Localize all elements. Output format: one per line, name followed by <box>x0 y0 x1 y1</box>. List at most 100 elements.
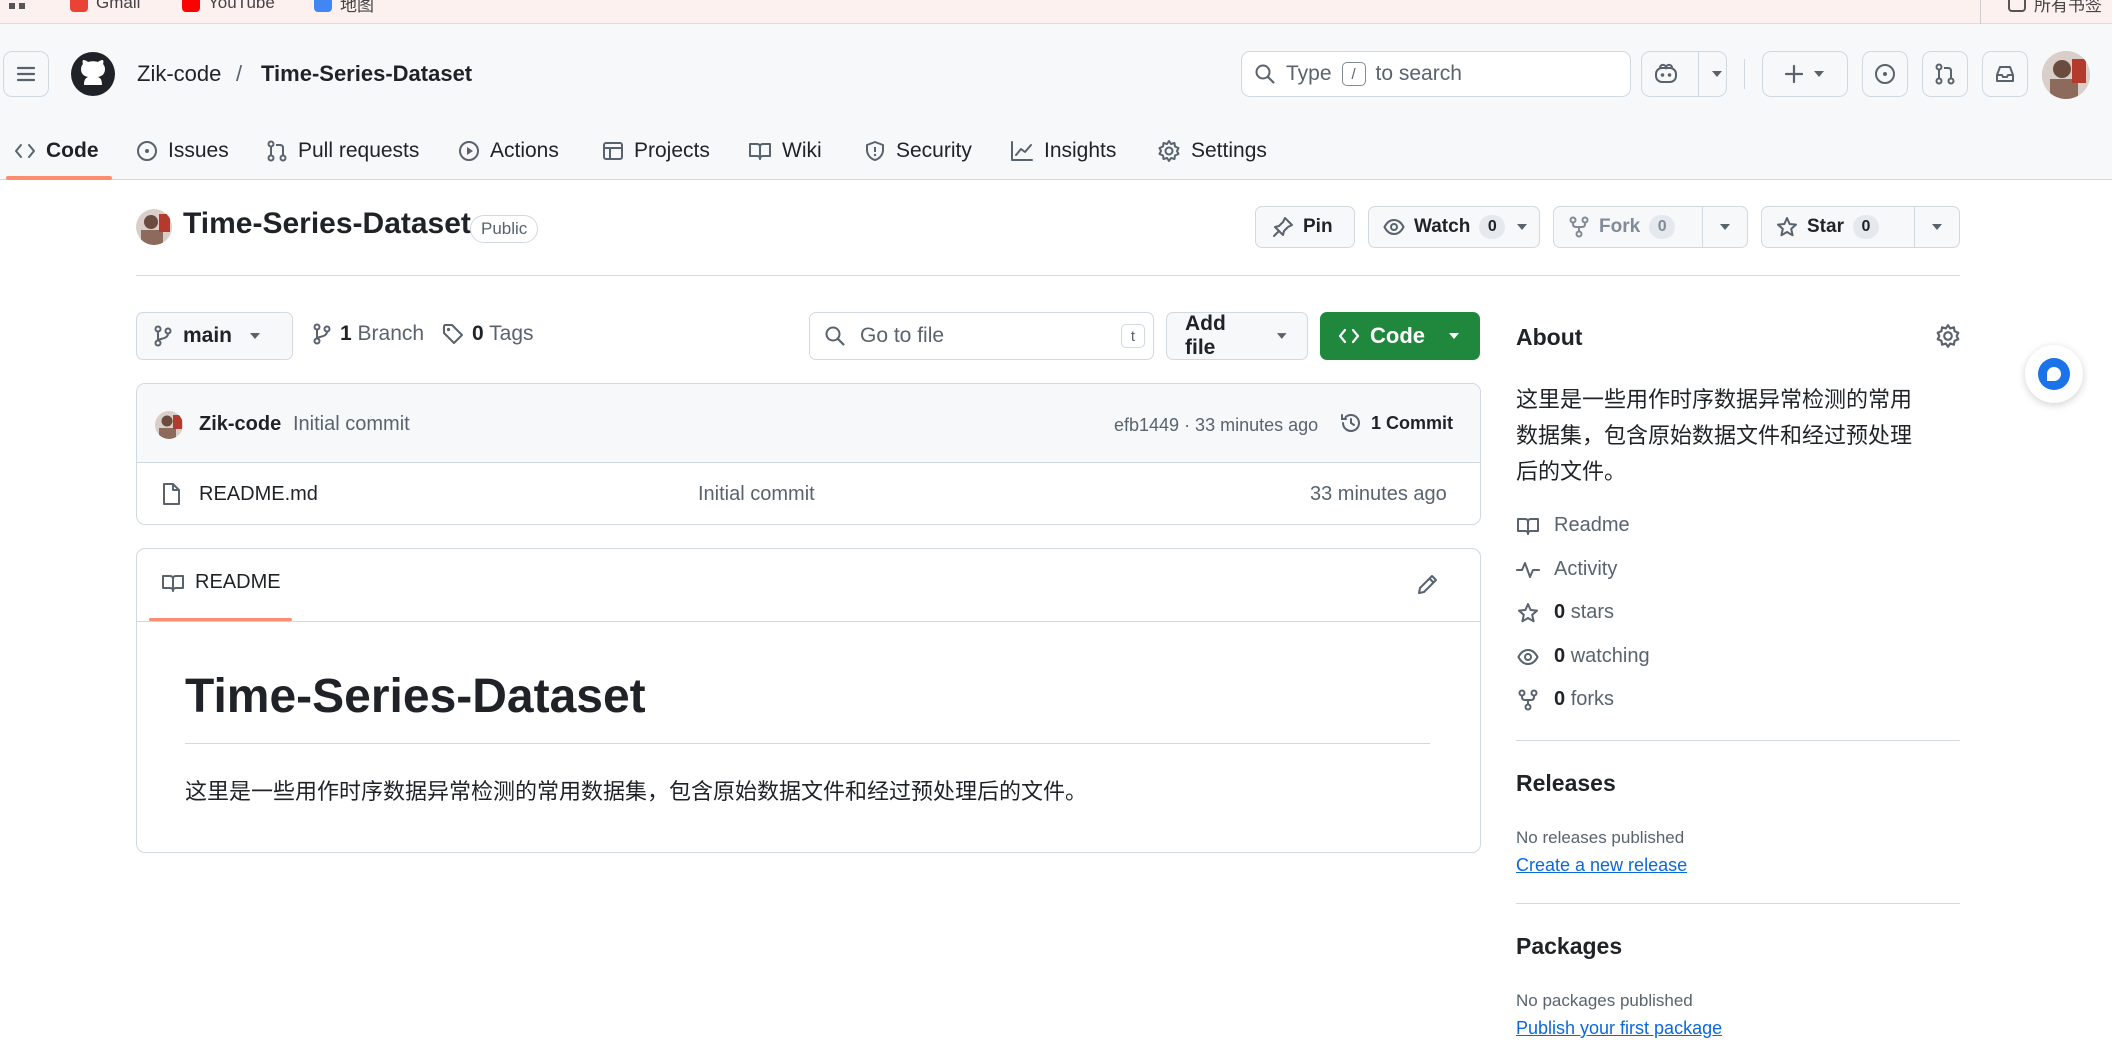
edit-readme-button[interactable] <box>1415 571 1443 599</box>
chevron-down-icon[interactable] <box>1515 222 1529 232</box>
pull-request-icon <box>267 140 287 162</box>
branch-icon <box>313 323 331 345</box>
branch-selector[interactable]: main <box>136 312 293 360</box>
code-button[interactable]: Code <box>1320 312 1480 360</box>
file-time: 33 minutes ago <box>1310 483 1447 505</box>
branches-link[interactable]: 1 Branch <box>312 322 424 346</box>
eye-icon <box>1517 648 1539 665</box>
breadcrumb-repo[interactable]: Time-Series-Dataset <box>261 61 472 87</box>
bookmark-gmail[interactable]: Gmail <box>70 0 140 13</box>
pencil-icon <box>1418 575 1437 594</box>
tab-insights[interactable]: Insights <box>1010 132 1116 170</box>
play-icon <box>459 141 479 161</box>
code-icon <box>15 144 35 158</box>
pulse-icon <box>1516 561 1540 578</box>
commit-meta[interactable]: efb1449 · 33 minutes ago <box>1114 415 1318 436</box>
youtube-icon <box>182 0 200 12</box>
star-button[interactable]: Star 0 <box>1761 206 1960 248</box>
chevron-down-icon[interactable] <box>1718 222 1732 232</box>
add-file-button[interactable]: Add file <box>1166 312 1308 360</box>
tab-pull-requests[interactable]: Pull requests <box>266 132 419 170</box>
releases-title[interactable]: Releases <box>1516 770 1616 797</box>
repo-title[interactable]: Time-Series-Dataset <box>183 207 471 241</box>
copilot-button[interactable] <box>1641 51 1727 97</box>
menu-button[interactable] <box>3 51 49 97</box>
readme-tab-indicator <box>149 618 292 621</box>
apps-grid-icon[interactable] <box>8 0 26 10</box>
inbox-button[interactable] <box>1982 51 2028 97</box>
about-description: 这里是一些用作时序数据异常检测的常用 数据集，包含原始数据文件和经过预处理 后的… <box>1516 387 1913 484</box>
chat-bubble-icon <box>2038 358 2070 390</box>
github-logo-icon[interactable] <box>70 51 116 97</box>
search-input[interactable]: Type / to search <box>1241 51 1631 97</box>
owner-avatar[interactable] <box>136 209 172 245</box>
book-icon <box>749 143 771 160</box>
commit-history-link[interactable]: 1 Commit <box>1339 411 1453 435</box>
inbox-icon <box>1996 66 2014 82</box>
create-new-button[interactable] <box>1762 51 1848 97</box>
visibility-badge: Public <box>470 215 539 243</box>
breadcrumb-separator: / <box>236 61 243 86</box>
issue-icon <box>137 141 157 161</box>
watch-button[interactable]: Watch 0 <box>1368 206 1540 248</box>
file-commit-message[interactable]: Initial commit <box>698 483 815 506</box>
copilot-icon <box>1655 63 1677 83</box>
bookmark-maps[interactable]: 地图 <box>314 0 374 15</box>
star-count: 0 <box>1852 215 1879 239</box>
branch-icon <box>154 325 172 347</box>
about-settings-button[interactable] <box>1935 323 1961 349</box>
tab-projects[interactable]: Projects <box>602 132 710 170</box>
tab-code[interactable]: Code <box>14 132 99 170</box>
go-to-file-shortcut-key: t <box>1121 324 1145 348</box>
bookmarks-divider <box>1980 0 1981 24</box>
stars-link[interactable]: 0 stars <box>1516 601 1614 624</box>
maps-icon <box>314 0 332 12</box>
hamburger-icon <box>16 66 36 82</box>
commit-author-avatar[interactable] <box>155 411 183 439</box>
history-icon <box>1341 414 1360 432</box>
commit-author[interactable]: Zik-code <box>199 413 281 436</box>
pin-button[interactable]: Pin <box>1255 206 1355 248</box>
commit-message[interactable]: Initial commit <box>293 413 410 436</box>
create-release-link[interactable]: Create a new release <box>1516 855 1687 876</box>
user-avatar[interactable] <box>2042 51 2090 99</box>
pull-request-icon <box>1935 63 1955 85</box>
chevron-down-icon <box>1814 71 1824 77</box>
floating-assistant-button[interactable] <box>2025 345 2083 403</box>
publish-package-link[interactable]: Publish your first package <box>1516 1018 1722 1039</box>
gear-icon <box>1158 140 1180 162</box>
tab-settings[interactable]: Settings <box>1157 132 1267 170</box>
code-icon <box>1338 328 1360 344</box>
tab-issues[interactable]: Issues <box>136 132 229 170</box>
eye-icon <box>1383 218 1405 236</box>
readme-heading: Time-Series-Dataset <box>185 670 646 723</box>
fork-button[interactable]: Fork 0 <box>1553 206 1748 248</box>
shield-icon <box>866 141 884 161</box>
pull-requests-button[interactable] <box>1922 51 1968 97</box>
bookmark-youtube[interactable]: YouTube <box>182 0 275 13</box>
tag-icon <box>443 324 463 344</box>
search-shortcut-key: / <box>1341 62 1366 86</box>
readme-link[interactable]: Readme <box>1516 514 1630 537</box>
issue-icon <box>1875 64 1895 84</box>
tab-security[interactable]: Security <box>864 132 972 170</box>
readme-body: 这里是一些用作时序数据异常检测的常用数据集，包含原始数据文件和经过预处理后的文件… <box>185 779 1088 804</box>
file-name[interactable]: README.md <box>199 483 318 506</box>
tags-link[interactable]: 0 Tags <box>442 322 534 346</box>
breadcrumb-owner[interactable]: Zik-code <box>137 61 221 87</box>
table-row: README.md Initial commit 33 minutes ago <box>137 463 1480 524</box>
all-bookmarks[interactable]: 所有书签 <box>2008 0 2102 15</box>
watching-link[interactable]: 0 watching <box>1516 645 1650 668</box>
active-tab-indicator <box>6 176 112 180</box>
folder-icon <box>2008 0 2026 12</box>
tab-actions[interactable]: Actions <box>458 132 559 170</box>
search-icon <box>825 326 845 346</box>
chevron-down-icon[interactable] <box>1930 222 1944 232</box>
tab-wiki[interactable]: Wiki <box>748 132 822 170</box>
packages-title[interactable]: Packages <box>1516 933 1622 960</box>
issues-button[interactable] <box>1862 51 1908 97</box>
forks-link[interactable]: 0 forks <box>1516 688 1614 711</box>
go-to-file-input[interactable]: Go to file t <box>809 312 1154 360</box>
activity-link[interactable]: Activity <box>1516 558 1617 581</box>
readme-tab[interactable]: README <box>161 571 281 594</box>
